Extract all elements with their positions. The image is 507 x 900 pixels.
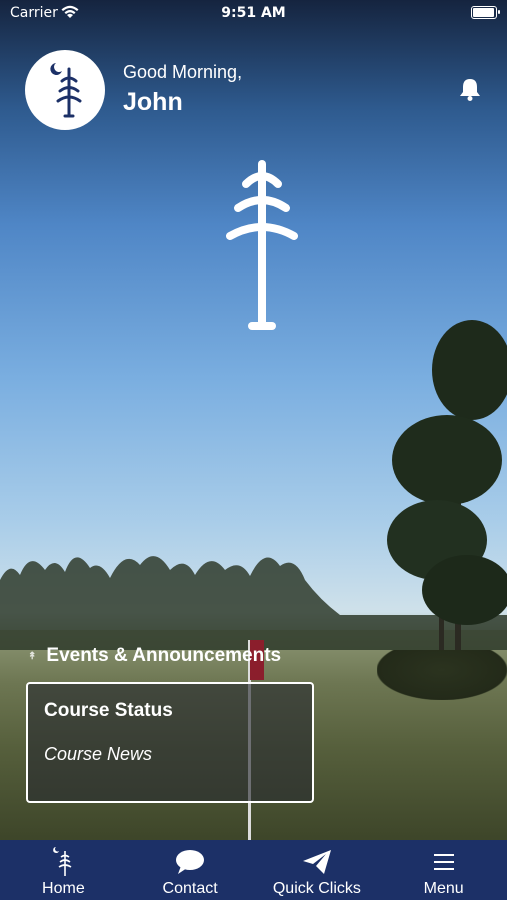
tab-contact-label: Contact	[162, 880, 218, 897]
pine-tree-background	[387, 320, 507, 690]
status-bar: Carrier 9:51 AM	[0, 0, 507, 28]
tab-quick-clicks[interactable]: Quick Clicks	[254, 840, 381, 900]
tab-menu[interactable]: Menu	[380, 840, 507, 900]
tab-home[interactable]: Home	[0, 840, 127, 900]
pine-moon-icon	[50, 63, 82, 118]
tab-quick-clicks-label: Quick Clicks	[272, 880, 361, 897]
events-section-label: Events & Announcements	[46, 645, 282, 666]
chat-bubble-icon	[176, 850, 205, 874]
clock: 9:51 AM	[221, 5, 286, 21]
paper-plane-icon	[302, 850, 331, 874]
bottom-tab-bar: Home Contact Quick Clicks Menu	[0, 840, 507, 900]
events-section-title[interactable]: ↟ Events & Announcements	[28, 645, 281, 667]
battery-icon	[471, 6, 500, 19]
greeting-text: Good Morning,	[123, 62, 243, 82]
card-title: Course Status	[44, 700, 173, 721]
user-name: John	[123, 88, 183, 116]
tab-menu-label: Menu	[423, 880, 464, 897]
card-subtitle: Course News	[44, 744, 153, 764]
club-logo-hero	[188, 134, 298, 330]
shrub-background	[377, 650, 507, 700]
pine-moon-icon	[53, 847, 72, 876]
home-screen: Carrier 9:51 AM Good Morning, John ↟ Eve…	[0, 0, 507, 900]
pine-small-icon: ↟	[28, 650, 37, 662]
hamburger-menu-icon	[433, 854, 454, 870]
club-logo-avatar[interactable]	[25, 50, 105, 130]
notification-bell-icon[interactable]	[457, 76, 483, 102]
tab-contact[interactable]: Contact	[127, 840, 254, 900]
tab-home-label: Home	[42, 880, 85, 897]
course-status-card[interactable]: Course Status Course News	[26, 682, 314, 803]
